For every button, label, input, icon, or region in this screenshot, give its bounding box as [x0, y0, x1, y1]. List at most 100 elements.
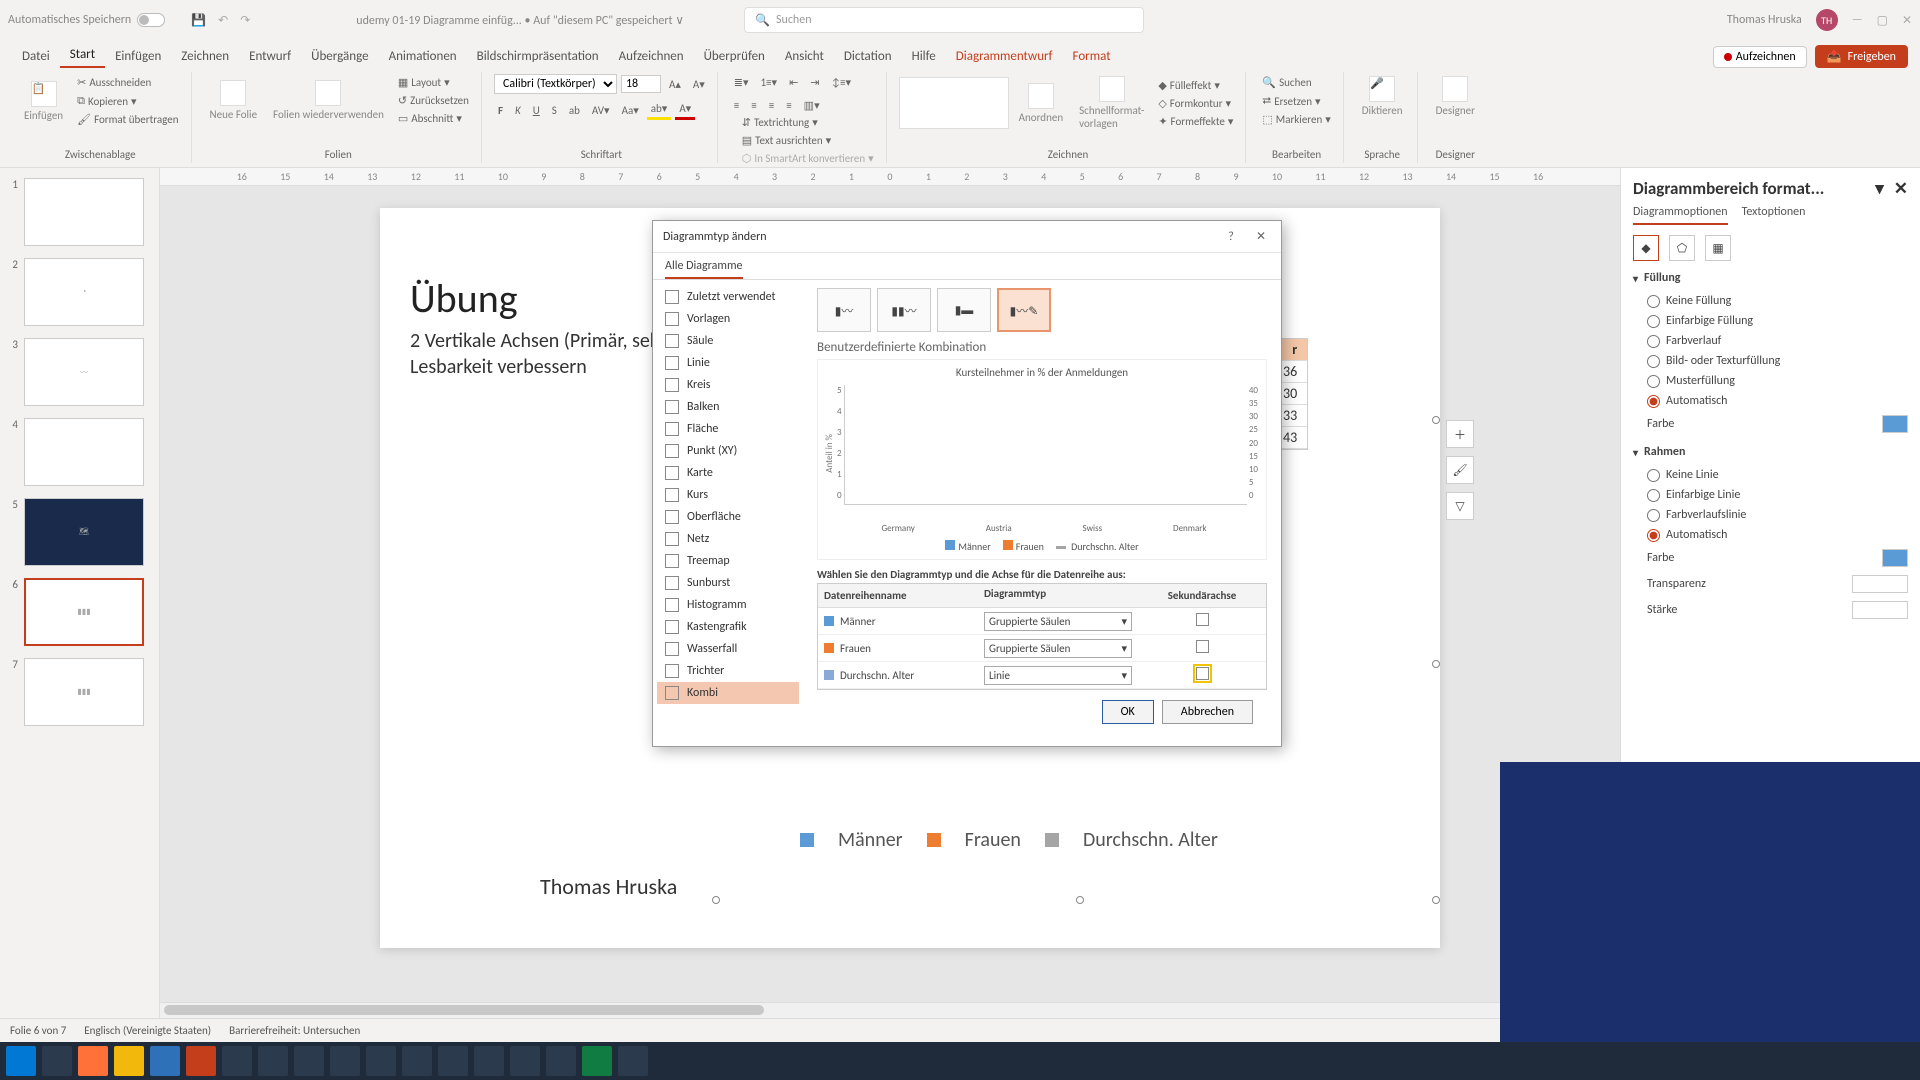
line-spacing-icon[interactable]: ↕≡▾ — [828, 74, 856, 91]
align-text-button[interactable]: ▤ Text ausrichten ▾ — [738, 132, 878, 149]
search-input[interactable]: 🔍 Suchen — [744, 7, 1144, 33]
type-recent[interactable]: Zuletzt verwendet — [657, 286, 799, 308]
secondary-axis-check-1[interactable] — [1196, 613, 1209, 626]
tab-diagrammentwurf[interactable]: Diagrammentwurf — [946, 45, 1063, 68]
series-type-select-2[interactable]: Gruppierte Säulen▾ — [984, 639, 1132, 658]
chart-filters-button[interactable]: ▽ — [1446, 492, 1474, 520]
thumb-3[interactable]: 3〰 — [6, 338, 153, 406]
border-gradient[interactable]: Farbverlaufslinie — [1633, 505, 1908, 525]
copy-button[interactable]: ⧉ Kopieren ▾ — [73, 92, 182, 110]
format-painter-button[interactable]: 🖌 Format übertragen — [73, 111, 182, 128]
tb-explorer[interactable] — [42, 1046, 72, 1076]
shadow-button[interactable]: ab — [565, 102, 584, 119]
type-treemap[interactable]: Treemap — [657, 550, 799, 572]
dialog-help-icon[interactable]: ? — [1221, 227, 1241, 247]
thumb-6[interactable]: 6▮▮▮ — [6, 578, 153, 646]
subtype-custom[interactable]: ▮〰✎ — [997, 288, 1051, 332]
secondary-axis-check-2[interactable] — [1196, 640, 1209, 653]
tb-chrome[interactable] — [114, 1046, 144, 1076]
tb-app2[interactable] — [258, 1046, 288, 1076]
designer-button[interactable]: Designer — [1430, 74, 1481, 119]
tb-excel[interactable] — [582, 1046, 612, 1076]
window-restore-icon[interactable]: ▢ — [1877, 13, 1888, 28]
start-button[interactable] — [6, 1046, 36, 1076]
color-swatch-icon[interactable] — [1882, 415, 1908, 433]
find-button[interactable]: 🔍 Suchen — [1258, 74, 1334, 91]
tb-app6[interactable] — [402, 1046, 432, 1076]
bold-button[interactable]: F — [494, 102, 507, 119]
align-right-icon[interactable]: ≡ — [765, 97, 778, 114]
tb-firefox[interactable] — [78, 1046, 108, 1076]
cut-button[interactable]: ✂ Ausschneiden — [73, 74, 182, 91]
fill-line-icon[interactable]: ◆ — [1633, 235, 1659, 261]
reuse-slides-button[interactable]: Folien wiederverwenden — [267, 78, 390, 123]
tb-app1[interactable] — [222, 1046, 252, 1076]
effects-icon[interactable]: ⬠ — [1669, 235, 1695, 261]
tab-animationen[interactable]: Animationen — [379, 45, 467, 68]
tab-hilfe[interactable]: Hilfe — [902, 45, 946, 68]
window-close-icon[interactable]: ✕ — [1902, 13, 1912, 28]
tab-start[interactable]: Start — [60, 43, 105, 68]
type-histogram[interactable]: Histogramm — [657, 594, 799, 616]
tab-entwurf[interactable]: Entwurf — [239, 45, 301, 68]
slide-indicator[interactable]: Folie 6 von 7 — [10, 1024, 66, 1037]
tab-uebergaenge[interactable]: Übergänge — [301, 45, 378, 68]
layout-button[interactable]: ▦ Layout ▾ — [394, 74, 473, 91]
share-button[interactable]: 📤 Freigeben — [1815, 45, 1908, 68]
font-color-button[interactable]: A▾ — [675, 100, 695, 120]
type-area[interactable]: Fläche — [657, 418, 799, 440]
text-direction-button[interactable]: ⇵ Textrichtung ▾ — [738, 114, 878, 131]
transparency-spinner[interactable] — [1852, 575, 1908, 593]
language-indicator[interactable]: Englisch (Vereinigte Staaten) — [84, 1024, 211, 1037]
shape-effects-button[interactable]: ✦ Formeffekte ▾ — [1154, 113, 1237, 130]
type-pie[interactable]: Kreis — [657, 374, 799, 396]
ok-button[interactable]: OK — [1102, 700, 1154, 724]
tab-datei[interactable]: Datei — [12, 45, 60, 68]
type-combo[interactable]: Kombi — [657, 682, 799, 704]
tab-bildschirm[interactable]: Bildschirmpräsentation — [467, 45, 609, 68]
fill-gradient[interactable]: Farbverlauf — [1633, 331, 1908, 351]
border-color[interactable]: Farbe — [1633, 545, 1908, 571]
tb-powerpoint[interactable] — [186, 1046, 216, 1076]
new-slide-button[interactable]: Neue Folie — [204, 78, 264, 123]
type-funnel[interactable]: Trichter — [657, 660, 799, 682]
toggle-off-icon[interactable] — [137, 13, 165, 27]
tab-zeichnen[interactable]: Zeichnen — [171, 45, 239, 68]
autosave-toggle[interactable]: Automatisches Speichern — [8, 13, 165, 27]
subtype-3[interactable]: ▮▬ — [937, 288, 991, 332]
width-spinner[interactable] — [1852, 601, 1908, 619]
border-width[interactable]: Stärke — [1633, 597, 1908, 623]
document-name[interactable]: udemy 01-19 Diagramme einfüg... • Auf "d… — [356, 13, 684, 28]
series-type-select-1[interactable]: Gruppierte Säulen▾ — [984, 612, 1132, 631]
fill-color[interactable]: Farbe — [1633, 411, 1908, 437]
numbering-icon[interactable]: 1≡▾ — [756, 74, 781, 91]
type-line[interactable]: Linie — [657, 352, 799, 374]
thumbnail-panel[interactable]: 1 2◔ 3〰 4 5🗺 6▮▮▮ 7▮▮▮ — [0, 168, 160, 1018]
tb-edge[interactable] — [150, 1046, 180, 1076]
select-button[interactable]: ⬚ Markieren ▾ — [1258, 111, 1334, 128]
border-none[interactable]: Keine Linie — [1633, 465, 1908, 485]
thumb-7[interactable]: 7▮▮▮ — [6, 658, 153, 726]
type-sunburst[interactable]: Sunburst — [657, 572, 799, 594]
save-icon[interactable]: 💾 — [191, 13, 206, 28]
undo-icon[interactable]: ↶ — [218, 13, 228, 28]
fill-pattern[interactable]: Musterfüllung — [1633, 371, 1908, 391]
fill-picture[interactable]: Bild- oder Texturfüllung — [1633, 351, 1908, 371]
decrease-font-icon[interactable]: A▾ — [689, 76, 709, 93]
tb-app4[interactable] — [330, 1046, 360, 1076]
window-minimize-icon[interactable]: — — [1852, 13, 1863, 27]
type-xy[interactable]: Punkt (XY) — [657, 440, 799, 462]
pane-options-icon[interactable]: ▾ — [1875, 178, 1884, 199]
slide-author[interactable]: Thomas Hruska — [540, 873, 677, 900]
highlight-button[interactable]: ab▾ — [647, 100, 672, 120]
columns-icon[interactable]: ▥▾ — [800, 97, 824, 114]
avatar[interactable]: TH — [1816, 9, 1838, 31]
thumb-5[interactable]: 5🗺 — [6, 498, 153, 566]
align-left-icon[interactable]: ≡ — [730, 97, 743, 114]
arrange-button[interactable]: Anordnen — [1013, 81, 1069, 126]
align-center-icon[interactable]: ≡ — [747, 97, 760, 114]
border-transparency[interactable]: Transparenz — [1633, 571, 1908, 597]
type-column[interactable]: Säule — [657, 330, 799, 352]
hscrollbar[interactable] — [160, 1002, 1620, 1018]
type-bar[interactable]: Balken — [657, 396, 799, 418]
